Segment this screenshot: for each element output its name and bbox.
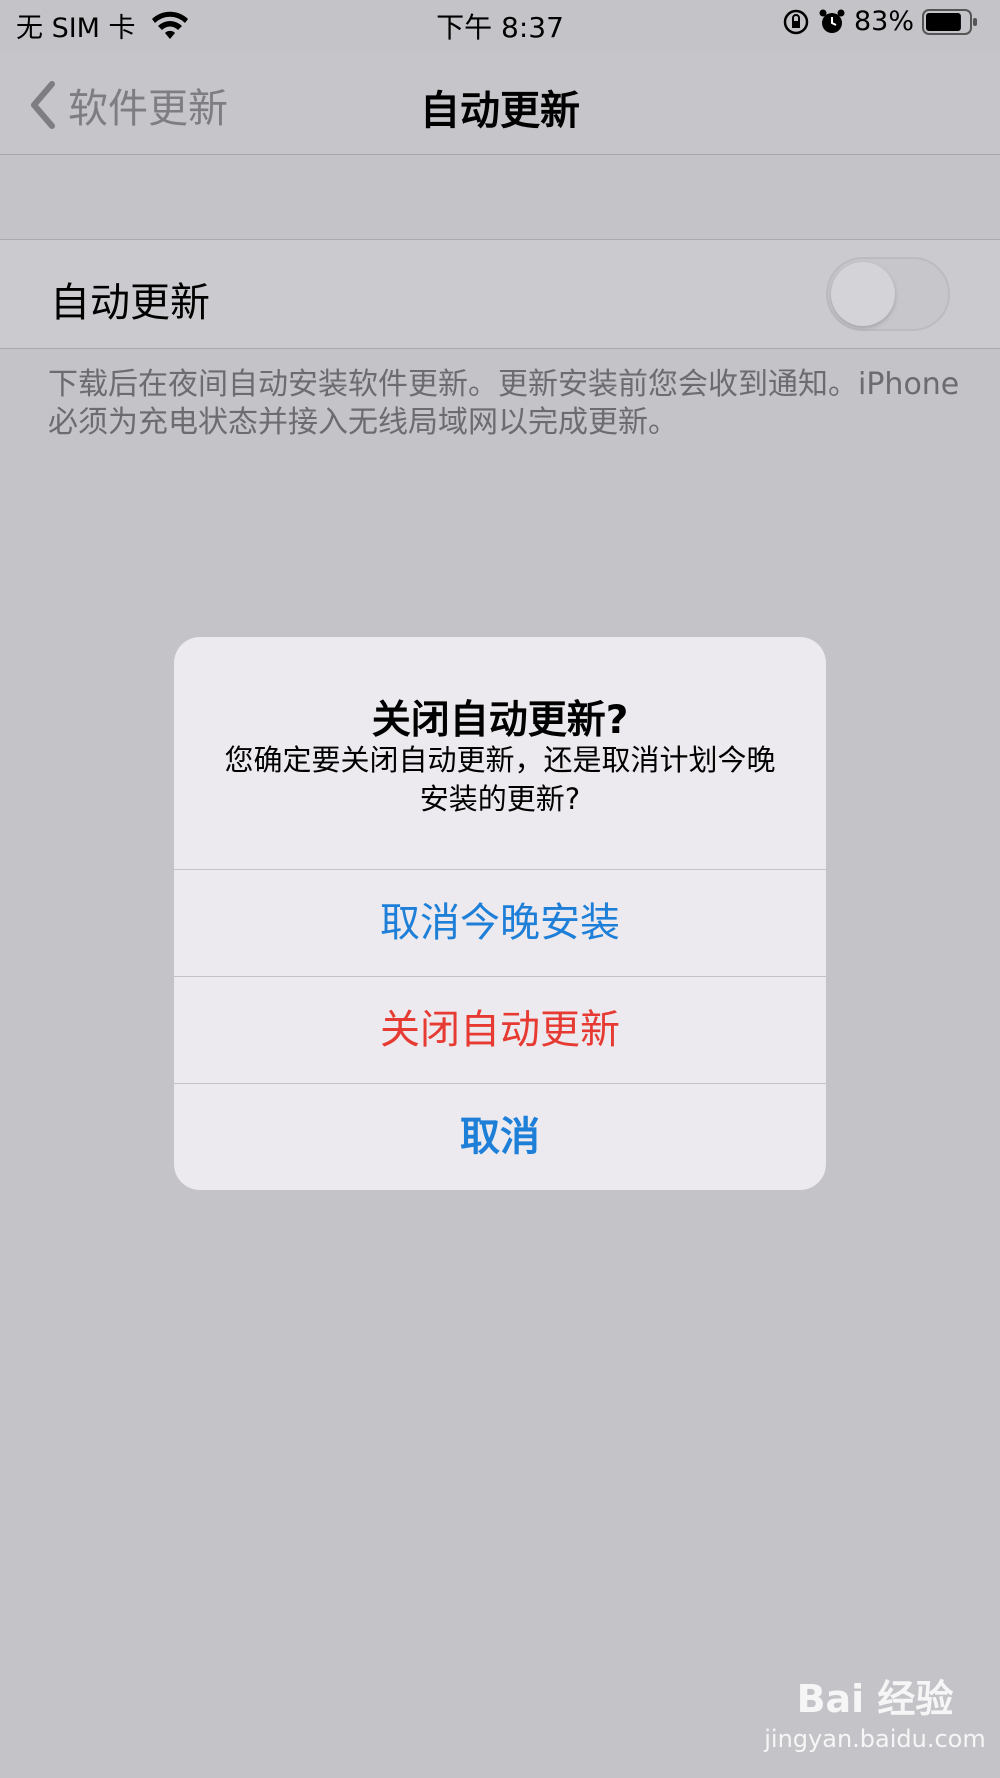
auto-update-row: 自动更新	[0, 239, 1000, 349]
auto-update-description: 下载后在夜间自动安装软件更新。更新安装前您会收到通知。iPhone 必须为充电状…	[48, 367, 960, 440]
toggle-knob	[831, 262, 895, 326]
watermark-logo-text: Bai 经验	[796, 1677, 954, 1721]
confirm-alert: 关闭自动更新? 您确定要关闭自动更新，还是取消计划今晚安装的更新? 取消今晚安装…	[174, 637, 826, 1190]
watermark-logo: Bai 经验	[760, 1668, 990, 1723]
status-right: 83%	[782, 6, 986, 37]
cancel-tonight-install-button[interactable]: 取消今晚安装	[174, 869, 826, 976]
cancel-button[interactable]: 取消	[174, 1083, 826, 1190]
watermark-url: jingyan.baidu.com	[764, 1725, 986, 1753]
baidu-jingyan-watermark: Bai 经验 jingyan.baidu.com	[760, 1668, 990, 1753]
battery-icon	[922, 8, 977, 35]
auto-update-label: 自动更新	[50, 280, 210, 326]
alarm-icon	[819, 9, 845, 33]
navigation-bar: 软件更新 自动更新	[0, 52, 1000, 155]
alert-message: 您确定要关闭自动更新，还是取消计划今晚安装的更新?	[224, 743, 776, 816]
turn-off-auto-update-button[interactable]: 关闭自动更新	[174, 976, 826, 1083]
page-title: 自动更新	[420, 88, 580, 134]
status-bar: 无 SIM 卡 下午 8:37 83%	[0, 0, 1000, 52]
auto-update-toggle[interactable]	[826, 257, 950, 331]
orientation-lock-icon	[783, 9, 809, 34]
alert-title: 关闭自动更新?	[371, 698, 629, 743]
battery-percent: 83%	[853, 6, 914, 37]
